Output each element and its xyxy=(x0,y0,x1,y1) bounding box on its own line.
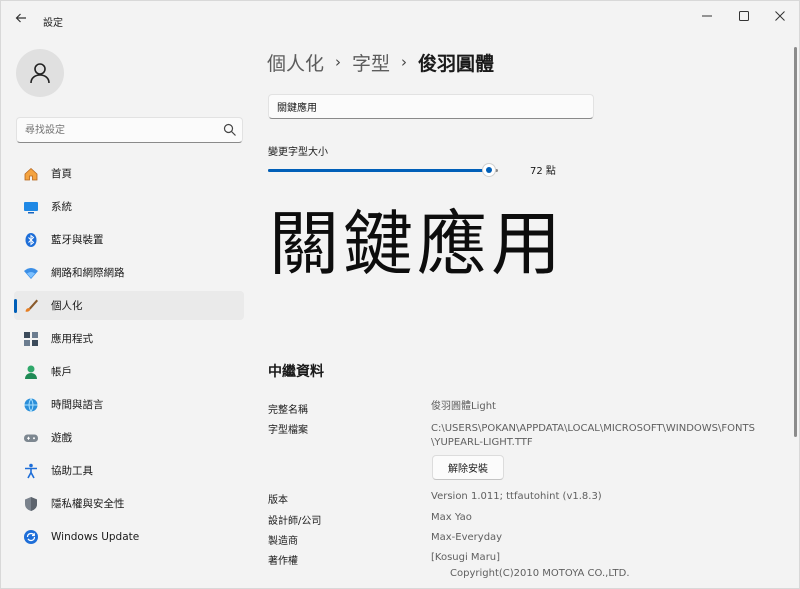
personalization-icon xyxy=(23,298,39,314)
designer-key: 設計師/公司 xyxy=(268,516,322,527)
search-input[interactable] xyxy=(25,118,215,142)
font-size-label: 變更字型大小 xyxy=(268,147,328,158)
sidebar-item-gaming[interactable]: 遊戲 xyxy=(14,423,244,452)
metadata-heading: 中繼資料 xyxy=(268,364,324,380)
version-value: Version 1.011; ttfautohint (v1.8.3) xyxy=(431,491,602,502)
slider-thumb[interactable] xyxy=(481,163,496,177)
user-icon xyxy=(30,63,50,84)
system-icon xyxy=(23,199,39,215)
time-language-icon xyxy=(23,397,39,413)
sidebar-nav: 首頁 系統 藍牙與裝置 網路和網際網路 個人化 應用程式 帳戶 時間與語言 遊戲… xyxy=(14,159,244,555)
sidebar-item-label: 個人化 xyxy=(51,300,83,312)
sidebar-item-accessibility[interactable]: 協助工具 xyxy=(14,456,244,485)
breadcrumb-separator: › xyxy=(401,53,408,71)
font-size-slider[interactable] xyxy=(268,163,498,177)
font-size-value: 72 點 xyxy=(530,166,556,177)
manufacturer-value: Max-Everyday xyxy=(431,532,503,543)
network-icon xyxy=(23,265,39,281)
sidebar-item-privacy[interactable]: 隱私權與安全性 xyxy=(14,489,244,518)
sidebar-item-time-language[interactable]: 時間與語言 xyxy=(14,390,244,419)
breadcrumb-current-font: 俊羽圓體 xyxy=(418,52,495,75)
sidebar-item-label: 協助工具 xyxy=(51,465,93,477)
sidebar-item-system[interactable]: 系統 xyxy=(14,192,244,221)
scrollbar[interactable] xyxy=(794,47,797,437)
sidebar-item-label: 首頁 xyxy=(51,168,72,180)
copyright-value-line2: Copyright(C)2010 MOTOYA CO.,LTD. xyxy=(450,568,630,579)
breadcrumb-personalization[interactable]: 個人化 xyxy=(267,49,324,76)
privacy-shield-icon xyxy=(23,496,39,512)
minimize-button[interactable] xyxy=(692,6,722,26)
sidebar-item-network[interactable]: 網路和網際網路 xyxy=(14,258,244,287)
account-icon xyxy=(23,364,39,380)
bluetooth-icon xyxy=(23,232,39,248)
manufacturer-key: 製造商 xyxy=(268,536,298,547)
sidebar-item-label: 應用程式 xyxy=(51,333,93,345)
sidebar-item-apps[interactable]: 應用程式 xyxy=(14,324,244,353)
sidebar-item-bluetooth[interactable]: 藍牙與裝置 xyxy=(14,225,244,254)
back-button[interactable] xyxy=(9,7,33,29)
user-avatar[interactable] xyxy=(16,49,64,97)
app-title: 設定 xyxy=(43,18,63,29)
sidebar-item-label: Windows Update xyxy=(51,530,140,543)
sidebar-item-windows-update[interactable]: Windows Update xyxy=(14,522,244,551)
apps-icon xyxy=(23,331,39,347)
title-bar: 設定 xyxy=(1,1,800,35)
breadcrumb: 個人化 › 字型 › 俊羽圓體 xyxy=(267,47,494,77)
gaming-icon xyxy=(23,430,39,446)
breadcrumb-separator: › xyxy=(335,53,342,71)
settings-window: 設定 首頁 xyxy=(0,0,800,589)
version-key: 版本 xyxy=(268,495,288,506)
sidebar-item-label: 系統 xyxy=(51,201,72,213)
sidebar-item-label: 網路和網際網路 xyxy=(51,267,125,279)
slider-fill xyxy=(268,169,489,172)
font-sample-preview: 關鍵應用 xyxy=(269,203,565,285)
sidebar-item-label: 隱私權與安全性 xyxy=(51,498,125,510)
uninstall-button[interactable]: 解除安裝 xyxy=(432,455,504,480)
sidebar-item-personalization[interactable]: 個人化 xyxy=(14,291,244,320)
maximize-button[interactable] xyxy=(729,6,759,26)
font-file-path-line1: C:\USERS\POKAN\APPDATA\LOCAL\MICROSOFT\W… xyxy=(431,423,755,434)
sidebar-item-account[interactable]: 帳戶 xyxy=(14,357,244,386)
maximize-icon xyxy=(739,11,749,21)
sidebar-item-label: 藍牙與裝置 xyxy=(51,234,104,246)
sidebar-item-label: 遊戲 xyxy=(51,432,72,444)
copyright-value-line1: [Kosugi Maru] xyxy=(431,552,501,563)
minimize-icon xyxy=(702,15,712,17)
sidebar-item-home[interactable]: 首頁 xyxy=(14,159,244,188)
home-icon xyxy=(23,166,39,182)
breadcrumb-fonts[interactable]: 字型 xyxy=(352,49,390,76)
preview-text-input[interactable] xyxy=(268,94,594,119)
close-button[interactable] xyxy=(765,6,795,26)
windows-update-icon xyxy=(23,529,39,545)
font-file-key: 字型檔案 xyxy=(268,425,308,436)
search-icon[interactable] xyxy=(223,123,237,137)
full-name-value: 俊羽圓體Light xyxy=(431,401,496,412)
close-icon xyxy=(775,11,785,21)
sidebar-item-label: 帳戶 xyxy=(51,366,72,378)
sidebar-item-label: 時間與語言 xyxy=(51,399,104,411)
copyright-key: 著作權 xyxy=(268,556,298,567)
search-box[interactable] xyxy=(16,117,243,143)
font-file-path-line2: \YUPEARL-LIGHT.TTF xyxy=(431,437,533,448)
full-name-key: 完整名稱 xyxy=(268,405,308,416)
designer-value: Max Yao xyxy=(431,512,472,523)
arrow-left-icon xyxy=(15,13,26,23)
accessibility-icon xyxy=(23,463,39,479)
